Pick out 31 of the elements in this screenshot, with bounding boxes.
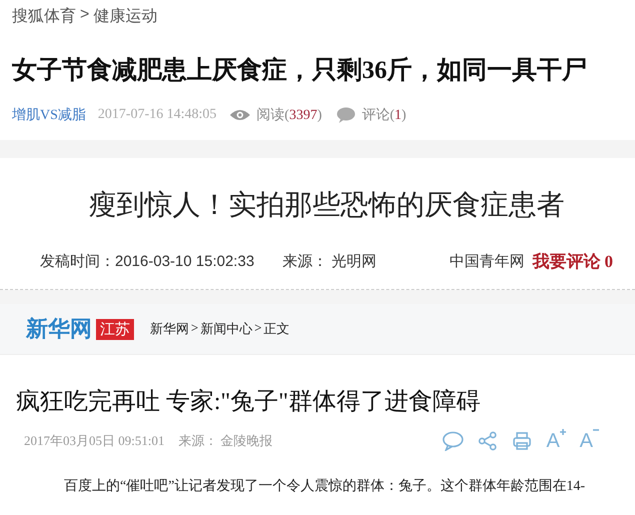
site-name: 中国青年网 [449,252,524,271]
eye-icon [228,108,251,122]
breadcrumb-item[interactable]: 新闻中心 [200,320,252,338]
article-paragraph: 百度上的“催吐吧”让记者发现了一个令人震惊的群体：兔子。这个群体年龄范围在14- [64,477,586,495]
article-title: 疯狂吃完再吐 专家:"兔子"群体得了进食障碍 [16,388,482,417]
share-icon[interactable] [478,431,498,451]
speech-bubble-icon [336,107,356,123]
article-title: 瘦到惊人！实拍那些恐怖的厌食症患者 [88,189,566,223]
publish-time: 发稿时间：2016-03-10 15:02:33 [40,252,254,271]
category-link[interactable]: 增肌VS减脂 [12,106,86,124]
publish-time: 2017年03月05日 09:51:01 [24,432,164,450]
plus-icon [560,429,566,435]
speech-bubble-icon[interactable] [442,431,464,451]
breadcrumb-item[interactable]: > [80,6,90,27]
breadcrumb-item[interactable]: 搜狐体育 [12,6,76,27]
site-logo[interactable]: 新华网 [26,314,92,344]
breadcrumb-item[interactable]: > [254,320,262,338]
region-badge[interactable]: 江苏 [96,318,134,340]
breadcrumb-item[interactable]: 正文 [264,320,290,338]
read-count: 阅读(3397) [256,106,322,124]
breadcrumb-item[interactable]: > [191,320,198,338]
printer-icon[interactable] [512,431,532,451]
publish-time: 2017-07-16 14:48:05 [98,107,217,123]
source-text: 来源： 光明网 [282,252,376,271]
source-text: 来源： 金陵晚报 [178,432,273,450]
breadcrumb-item[interactable]: 健康运动 [93,6,158,27]
article-title: 女子节食减肥患上厌食症，只剩36斤，如同一具干尸 [12,56,588,86]
comment-count[interactable]: 评论(1) [362,106,406,124]
minus-icon [593,429,599,431]
breadcrumb-item[interactable]: 新华网 [150,320,189,338]
comment-link[interactable]: 我要评论 0 [532,250,613,273]
